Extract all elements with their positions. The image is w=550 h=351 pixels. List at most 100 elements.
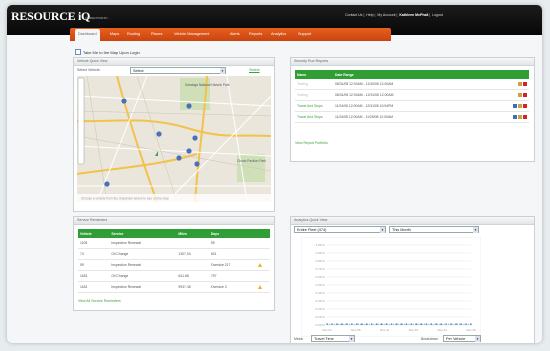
take-me-to-map-checkbox[interactable]: Take Me to the Map Upon Login: [75, 49, 140, 55]
tab-vehicle-management[interactable]: Vehicle Management: [174, 32, 209, 36]
period-select[interactable]: This Month ▼: [389, 226, 479, 233]
panel-title: Security Run Reports: [291, 58, 534, 66]
fleet-select[interactable]: Entire Fleet (474) ▼: [294, 226, 386, 233]
y-tick-label: 0.50 hr: [316, 283, 325, 287]
table-row[interactable]: 59 Inspection Renewal Overdue 217: [78, 259, 270, 271]
my-account-link[interactable]: My Account: [377, 13, 395, 17]
chevron-down-icon: ▼: [349, 336, 354, 342]
save-icon[interactable]: [513, 104, 517, 108]
miles-cell: [176, 259, 209, 271]
checkbox-box[interactable]: [75, 49, 81, 55]
highway-shield-icon: [156, 131, 162, 137]
view-all-service-reminders-link[interactable]: View All Service Reminders: [78, 299, 121, 303]
zoom-bar[interactable]: [77, 77, 85, 165]
help-link[interactable]: Help: [366, 13, 373, 17]
table-row[interactable]: Testing 08/31/08 12:00AM - 11/30/08 12:0…: [295, 79, 529, 90]
column-header: Service: [109, 229, 177, 238]
report-name[interactable]: Travel And Stops: [295, 111, 333, 123]
report-name[interactable]: Testing: [295, 79, 333, 90]
tab-dashboard[interactable]: Dashboard: [75, 29, 100, 41]
table-row[interactable]: 1183 Oil Change 641.68 797: [78, 270, 270, 282]
data-point: [405, 323, 408, 325]
highway-shield-icon: [121, 98, 127, 104]
save-icon[interactable]: [513, 115, 517, 119]
data-point: [385, 323, 388, 325]
delete-icon[interactable]: [523, 115, 527, 119]
analytics-chart: 1.00 hr 0.90 hr 0.80 hr 0.70 hr 0.60 hr 0.50 …: [301, 237, 481, 337]
map-label: Saratoga National Historic Park: [185, 83, 230, 87]
vehicle-cell: 1183: [78, 281, 110, 293]
miles-cell: 9937.48: [176, 281, 209, 293]
data-point: [465, 323, 467, 325]
service-reminders-panel: Service Reminders Vehicle Service Miles …: [73, 216, 275, 311]
map-hint: Choose a vehicle from the dropdown above…: [81, 197, 169, 201]
edit-icon[interactable]: [518, 115, 522, 119]
tab-support[interactable]: Support: [298, 32, 311, 36]
data-point: [380, 323, 383, 325]
report-name[interactable]: Travel And Stops: [295, 100, 333, 112]
column-header: Days: [208, 229, 256, 238]
tab-alerts[interactable]: Alerts: [230, 32, 240, 36]
reports-table: Name Date Range Testing 08/31/08 12:00AM…: [295, 70, 529, 123]
x-tick-label: Nov 21: [437, 328, 447, 332]
service-cell: Oil Change: [109, 248, 177, 260]
table-header: Vehicle Service Miles Days: [78, 229, 270, 238]
vehicle-select[interactable]: Select ▼: [130, 67, 226, 74]
metric-label: Metric: [294, 337, 304, 341]
tab-maps[interactable]: Maps: [110, 32, 119, 36]
delete-icon[interactable]: [523, 93, 527, 97]
table-row[interactable]: 1105 Inspection Renewal 59: [78, 238, 270, 249]
data-point: [425, 323, 428, 325]
highway-shield-icon: [176, 155, 182, 161]
data-point: [336, 323, 338, 325]
brand-tagline: CONNECTIONS BY ...: [85, 17, 111, 20]
y-tick-label: 1.00 hr: [316, 243, 325, 247]
table-row[interactable]: 1183 Inspection Renewal 9937.48 Overdue …: [78, 281, 270, 293]
vehicle-map[interactable]: Saratoga National Historic Park Chodo Pa…: [77, 76, 271, 202]
brand-logo[interactable]: RESOURCE iQ: [11, 9, 90, 24]
edit-icon[interactable]: [518, 104, 522, 108]
data-point: [415, 323, 418, 325]
tab-places[interactable]: Places: [151, 32, 162, 36]
select-button[interactable]: Select: [249, 68, 260, 72]
report-name[interactable]: Testing: [295, 89, 333, 101]
y-tick-label: 0.00 hr: [316, 323, 325, 327]
data-point: [470, 323, 472, 325]
contact-us-link[interactable]: Contact Us: [345, 13, 362, 17]
highway-shield-icon: [194, 161, 200, 167]
miles-cell: [176, 238, 209, 249]
data-point: [420, 323, 423, 325]
delete-icon[interactable]: [523, 104, 527, 108]
tab-routing[interactable]: Routing: [127, 32, 140, 36]
tab-reports[interactable]: Reports: [249, 32, 262, 36]
table-row[interactable]: Travel And Stops 11/24/08 12:00AM - 11/2…: [295, 111, 529, 123]
security-run-reports-panel: Security Run Reports Name Date Range Tes…: [290, 57, 535, 162]
service-cell: Inspection Renewal: [109, 238, 177, 249]
table-row[interactable]: Travel And Stops 11/24/08 12:00AM - 12/3…: [295, 100, 529, 112]
breakdown-select[interactable]: Per Vehicle ▼: [443, 335, 481, 342]
tab-analytics[interactable]: Analytics: [271, 32, 286, 36]
edit-icon[interactable]: [518, 82, 522, 86]
data-point: [331, 323, 333, 325]
vehicle-quick-view-panel: Vehicle Quick View Select Vehicle: Selec…: [73, 57, 275, 212]
warning-icon: [258, 284, 262, 289]
main-nav-tabs: Dashboard Maps Routing Places Vehicle Ma…: [70, 28, 391, 41]
table-row[interactable]: 74 Oil Change 1307.04 601: [78, 248, 270, 260]
metric-select[interactable]: Travel Time ▼: [311, 335, 355, 342]
logout-link[interactable]: Logout: [432, 13, 443, 17]
x-tick-label: Nov 06: [351, 328, 361, 332]
analytics-quick-view-panel: Analytics Quick View Entire Fleet (474) ▼…: [290, 216, 535, 343]
y-tick-label: 0.10 hr: [316, 315, 325, 319]
y-tick-label: 0.60 hr: [316, 275, 325, 279]
vehicle-cell: 74: [78, 248, 110, 260]
view-report-portfolio-link[interactable]: View Report Portfolio: [295, 141, 328, 145]
table-row[interactable]: Testing 08/31/08 12:00AM - 12/31/08 12:0…: [295, 89, 529, 101]
miles-cell: 1307.04: [176, 248, 209, 260]
edit-icon[interactable]: [518, 93, 522, 97]
chevron-down-icon: ▼: [475, 336, 480, 342]
delete-icon[interactable]: [523, 82, 527, 86]
x-tick-label: Nov 16: [409, 328, 419, 332]
days-cell: Overdue 217: [208, 259, 256, 271]
x-tick-label: Nov 11: [380, 328, 390, 332]
breakdown-label: Breakdown: [421, 337, 438, 341]
